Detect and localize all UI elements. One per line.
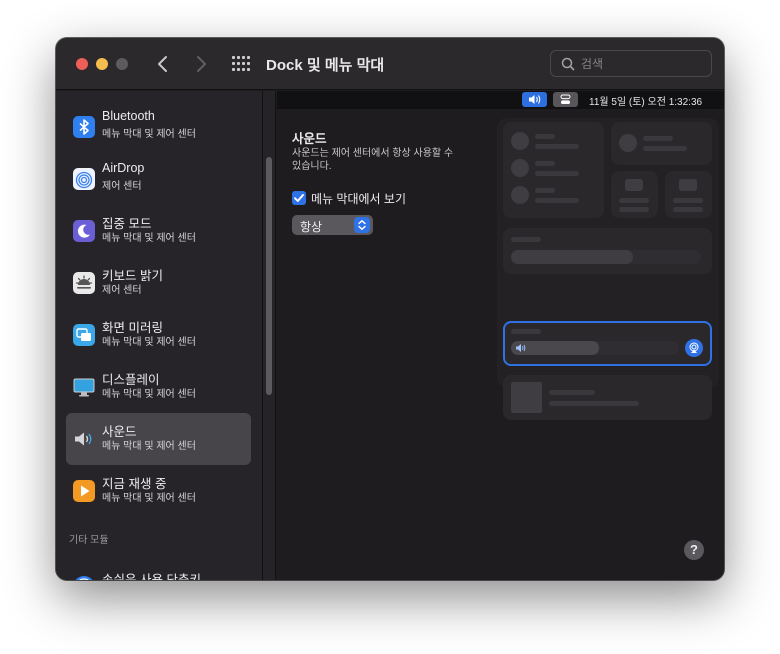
sidebar-scrollbar[interactable] [262,91,276,580]
popup-selected-value: 항상 [300,220,323,234]
scrollbar-thumb[interactable] [266,157,272,395]
minimize-window-button[interactable] [96,58,108,70]
grid-dot [237,56,240,59]
search-input[interactable] [581,55,701,73]
close-window-button[interactable] [76,58,88,70]
sidebar-item-sublabel: 제어 센터 [102,181,142,192]
chevron-left-icon [158,56,167,72]
grid-dot [247,62,250,65]
menubar-clock: 11월 5일 (토) 오전 1:32:36 [589,97,703,108]
sidebar-item-airdrop[interactable]: AirDrop 제어 센터 [66,153,251,205]
sidebar-item-keyboard-brightness[interactable]: 키보드 밝기 제어 센터 [66,257,251,309]
sidebar-item-sublabel: 메뉴 막대 및 제어 센터 [102,337,196,348]
accessibility-icon [73,576,95,580]
grid-dot [237,68,240,71]
preview-small-module [611,171,658,218]
back-button[interactable] [152,52,174,76]
display-icon [73,376,95,398]
content-pane: 11월 5일 (토) 오전 1:32:36 사운드 사운드는 제어 센터에서 항… [277,91,724,580]
grid-dot [232,62,235,65]
sidebar-item-accessibility-shortcuts[interactable]: 손쉬운 사용 단축키 [66,561,251,580]
sidebar-item-sublabel: 메뉴 막대 및 제어 센터 [102,129,196,140]
airdrop-icon [73,168,95,190]
grid-dot [242,56,245,59]
system-preferences-window: Dock 및 메뉴 막대 Bluetooth 메뉴 막대 및 제어 센터 Air… [56,38,724,580]
preview-small-module [665,171,712,218]
window-title: Dock 및 메뉴 막대 [266,57,385,74]
sidebar-item-sublabel: 메뉴 막대 및 제어 센터 [102,233,196,244]
preview-connectivity-module [503,122,604,218]
sidebar-item-sublabel: 메뉴 막대 및 제어 센터 [102,389,196,400]
grid-dot [232,56,235,59]
sidebar-item-label: Bluetooth [102,109,155,123]
preview-now-playing-module [503,375,712,420]
bluetooth-icon [73,116,95,138]
sidebar-item-now-playing[interactable]: 지금 재생 중 메뉴 막대 및 제어 센터 [66,465,251,517]
sidebar-item-sublabel: 메뉴 막대 및 제어 센터 [102,493,196,504]
airplay-audio-icon [685,339,703,357]
sidebar-item-focus[interactable]: 집중 모드 메뉴 막대 및 제어 센터 [66,205,251,257]
sidebar-item-sublabel: 메뉴 막대 및 제어 센터 [102,441,196,452]
section-header-other-modules: 기타 모듈 [69,535,109,546]
checkmark-icon [294,194,304,202]
speaker-icon [516,344,526,352]
screen-mirroring-icon [73,324,95,346]
sound-section-description: 사운드는 제어 센터에서 항상 사용할 수 있습니다. [292,148,454,172]
sidebar-item-display[interactable]: 디스플레이 메뉴 막대 및 제어 센터 [66,361,251,413]
show-in-menubar-checkbox[interactable] [292,191,306,205]
chevron-right-icon [197,56,206,72]
sidebar-item-screen-mirroring[interactable]: 화면 미러링 메뉴 막대 및 제어 센터 [66,309,251,361]
grid-dot [237,62,240,65]
grid-dot [247,56,250,59]
sidebar-item-label: 손쉬운 사용 단축키 [102,573,201,580]
help-button[interactable]: ? [684,540,704,560]
sidebar-item-label: AirDrop [102,161,145,175]
speaker-icon [73,428,95,450]
sidebar-item-sound[interactable]: 사운드 메뉴 막대 및 제어 센터 [66,413,251,465]
search-icon [561,57,575,71]
moon-icon [73,220,95,242]
grid-dot [247,68,250,71]
visibility-popup-button[interactable]: 항상 [292,215,373,235]
updown-chevron-icon [354,217,370,233]
preview-sound-module [503,321,712,366]
forward-button[interactable] [190,52,212,76]
control-center-preview [497,118,719,388]
grid-dot [242,68,245,71]
menubar-preview-strip: 11월 5일 (토) 오전 1:32:36 [277,91,724,109]
sound-section-title: 사운드 [292,132,327,146]
preview-focus-module [611,122,712,165]
sidebar: Bluetooth 메뉴 막대 및 제어 센터 AirDrop 제어 센터 집중… [56,91,262,580]
sidebar-item-sublabel: 제어 센터 [102,285,142,296]
zoom-window-button[interactable] [116,58,128,70]
menubar-sound-icon [522,92,547,107]
grid-dot [232,68,235,71]
show-in-menubar-label: 메뉴 막대에서 보기 [311,192,406,206]
show-all-button[interactable] [232,56,250,72]
play-icon [73,480,95,502]
search-field[interactable] [550,50,712,77]
keyboard-brightness-icon [73,272,95,294]
sidebar-item-bluetooth[interactable]: Bluetooth 메뉴 막대 및 제어 센터 [66,101,251,153]
title-bar: Dock 및 메뉴 막대 [56,38,724,90]
menubar-control-center-icon [553,92,578,107]
preview-display-module [503,228,712,274]
grid-dot [242,62,245,65]
